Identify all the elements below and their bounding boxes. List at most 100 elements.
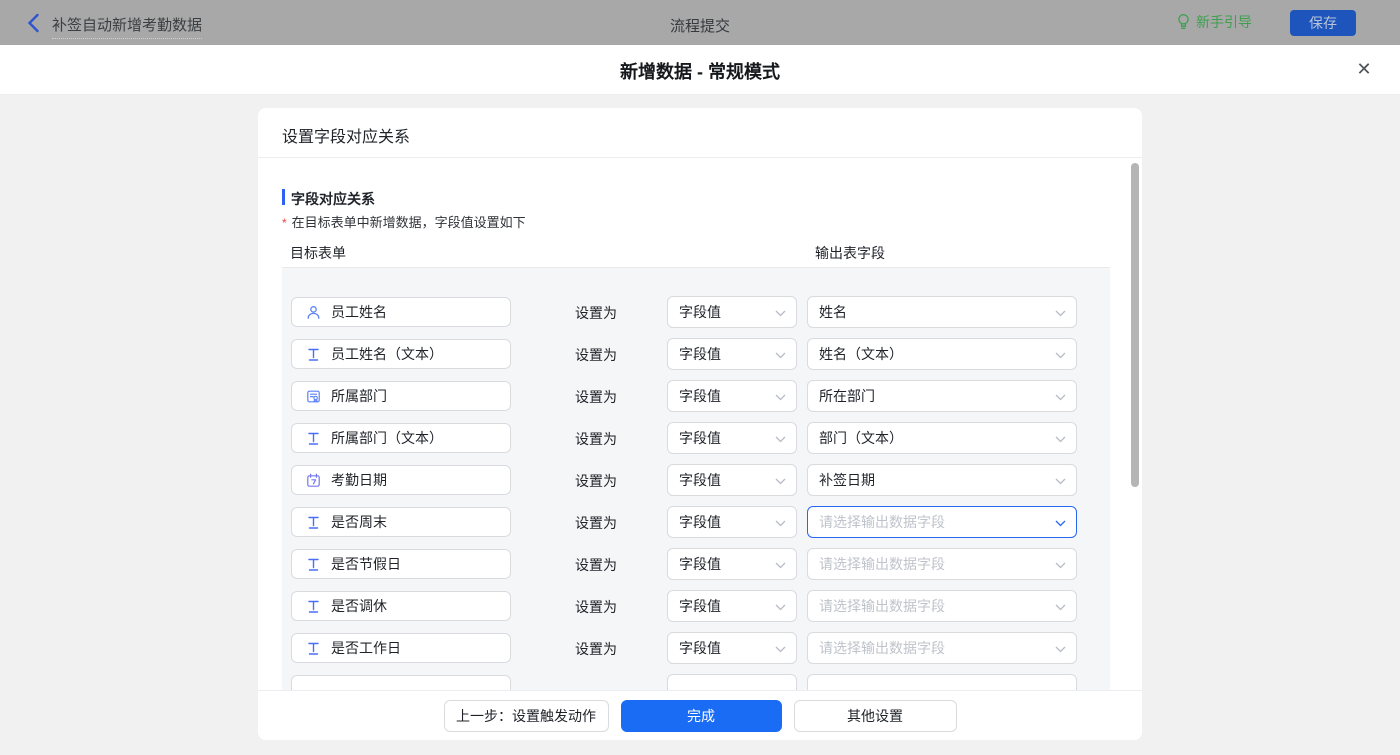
value-type-value: 字段值 xyxy=(679,512,721,532)
chevron-down-icon xyxy=(775,310,786,317)
output-field-select[interactable]: 请选择输出数据字段 xyxy=(807,548,1077,580)
previous-step-button[interactable]: 上一步：设置触发动作 xyxy=(444,700,609,732)
column-header-target-form: 目标表单 xyxy=(290,243,346,263)
card-header: 设置字段对应关系 xyxy=(258,108,1142,158)
output-field-value: 部门（文本） xyxy=(819,428,903,448)
chevron-down-icon xyxy=(1055,478,1066,485)
set-as-label: 设置为 xyxy=(575,513,617,533)
target-field-label: 是否节假日 xyxy=(331,554,401,574)
value-type-select[interactable]: 字段值 xyxy=(667,548,797,580)
close-icon[interactable]: ✕ xyxy=(1352,57,1376,81)
text-icon xyxy=(306,641,321,656)
value-type-value: 字段值 xyxy=(679,554,721,574)
target-field-input[interactable]: 员工姓名（文本） xyxy=(291,339,511,369)
output-field-select[interactable]: 请选择输出数据字段 xyxy=(807,590,1077,622)
modal-body: 设置字段对应关系 字段对应关系 *在目标表单中新增数据，字段值设置如下 目标表单… xyxy=(0,95,1400,755)
target-field-input[interactable]: 考勤日期 xyxy=(291,465,511,495)
target-field-input[interactable]: 是否工作日 xyxy=(291,633,511,663)
beginner-guide-link[interactable]: 新手引导 xyxy=(1176,12,1252,32)
value-type-select[interactable]: 字段值 xyxy=(667,380,797,412)
value-type-value: 字段值 xyxy=(679,638,721,658)
chevron-down-icon xyxy=(775,352,786,359)
output-field-select[interactable] xyxy=(807,674,1077,690)
chevron-down-icon xyxy=(1055,352,1066,359)
value-type-select[interactable]: 字段值 xyxy=(667,338,797,370)
chevron-down-icon xyxy=(775,436,786,443)
beginner-guide-label: 新手引导 xyxy=(1196,12,1252,32)
value-type-value: 字段值 xyxy=(679,470,721,490)
column-header-output-field: 输出表字段 xyxy=(815,243,885,263)
output-field-select[interactable]: 所在部门 xyxy=(807,380,1077,412)
target-field-input[interactable]: 是否周末 xyxy=(291,507,511,537)
output-field-select[interactable]: 请选择输出数据字段 xyxy=(807,506,1077,538)
target-field-input[interactable]: 所属部门 xyxy=(291,381,511,411)
done-button[interactable]: 完成 xyxy=(621,700,782,732)
set-as-label: 设置为 xyxy=(575,555,617,575)
calendar-icon xyxy=(306,473,321,488)
chevron-down-icon xyxy=(1055,562,1066,569)
target-field-label: 是否周末 xyxy=(331,512,387,532)
target-field-label: 所属部门（文本） xyxy=(331,428,443,448)
chevron-down-icon xyxy=(1055,604,1066,611)
value-type-value: 字段值 xyxy=(679,386,721,406)
chevron-down-icon xyxy=(1055,520,1066,527)
value-type-select[interactable]: 字段值 xyxy=(667,422,797,454)
scrollbar-thumb[interactable] xyxy=(1131,163,1139,487)
chevron-down-icon xyxy=(1055,436,1066,443)
target-field-label: 所属部门 xyxy=(331,386,387,406)
field-mapping-row: 员工姓名（文本） 设置为 字段值 姓名（文本） xyxy=(282,339,1110,369)
target-field-label: 是否工作日 xyxy=(331,638,401,658)
value-type-select[interactable]: 字段值 xyxy=(667,464,797,496)
text-icon xyxy=(306,599,321,614)
output-field-value: 补签日期 xyxy=(819,470,875,490)
chevron-down-icon xyxy=(1055,310,1066,317)
field-mapping-row: 是否节假日 设置为 字段值 请选择输出数据字段 xyxy=(282,549,1110,579)
output-field-select[interactable]: 请选择输出数据字段 xyxy=(807,632,1077,664)
value-type-value: 字段值 xyxy=(679,344,721,364)
section-hint: *在目标表单中新增数据，字段值设置如下 xyxy=(282,212,526,231)
value-type-value: 字段值 xyxy=(679,596,721,616)
person-icon xyxy=(306,305,321,320)
other-settings-button[interactable]: 其他设置 xyxy=(794,700,957,732)
value-type-select[interactable]: 字段值 xyxy=(667,506,797,538)
field-mapping-row: 员工姓名 设置为 字段值 姓名 xyxy=(282,297,1110,327)
target-field-input[interactable]: 是否节假日 xyxy=(291,549,511,579)
output-field-placeholder: 请选择输出数据字段 xyxy=(819,596,945,616)
field-mapping-row: 考勤日期 设置为 字段值 补签日期 xyxy=(282,465,1110,495)
set-as-label: 设置为 xyxy=(575,597,617,617)
set-as-label: 设置为 xyxy=(575,303,617,323)
output-field-select[interactable]: 姓名 xyxy=(807,296,1077,328)
target-field-input[interactable]: 是否调休 xyxy=(291,591,511,621)
target-field-label: 考勤日期 xyxy=(331,470,387,490)
output-field-value: 所在部门 xyxy=(819,386,875,406)
modal-header: 新增数据 - 常规模式 ✕ xyxy=(0,45,1400,95)
chevron-down-icon xyxy=(1055,646,1066,653)
value-type-select[interactable]: 字段值 xyxy=(667,296,797,328)
output-field-select[interactable]: 部门（文本） xyxy=(807,422,1077,454)
card-footer: 上一步：设置触发动作 完成 其他设置 xyxy=(258,690,1142,740)
value-type-select[interactable] xyxy=(667,674,797,690)
set-as-label: 设置为 xyxy=(575,429,617,449)
value-type-select[interactable]: 字段值 xyxy=(667,590,797,622)
chevron-down-icon xyxy=(1055,394,1066,401)
value-type-select[interactable]: 字段值 xyxy=(667,632,797,664)
target-field-label: 是否调休 xyxy=(331,596,387,616)
output-field-placeholder: 请选择输出数据字段 xyxy=(819,512,945,532)
target-field-label: 员工姓名（文本） xyxy=(331,344,443,364)
chevron-down-icon xyxy=(775,604,786,611)
field-mapping-row: 所属部门（文本） 设置为 字段值 部门（文本） xyxy=(282,423,1110,453)
set-as-label: 设置为 xyxy=(575,639,617,659)
department-icon xyxy=(306,389,321,404)
output-field-value: 姓名（文本） xyxy=(819,344,903,364)
target-field-label: 员工姓名 xyxy=(331,302,387,322)
text-icon xyxy=(306,431,321,446)
output-field-value: 姓名 xyxy=(819,302,847,322)
value-type-value: 字段值 xyxy=(679,428,721,448)
target-field-input[interactable] xyxy=(291,675,511,690)
chevron-down-icon xyxy=(775,394,786,401)
save-button[interactable]: 保存 xyxy=(1290,10,1356,36)
target-field-input[interactable]: 所属部门（文本） xyxy=(291,423,511,453)
output-field-select[interactable]: 姓名（文本） xyxy=(807,338,1077,370)
output-field-select[interactable]: 补签日期 xyxy=(807,464,1077,496)
target-field-input[interactable]: 员工姓名 xyxy=(291,297,511,327)
